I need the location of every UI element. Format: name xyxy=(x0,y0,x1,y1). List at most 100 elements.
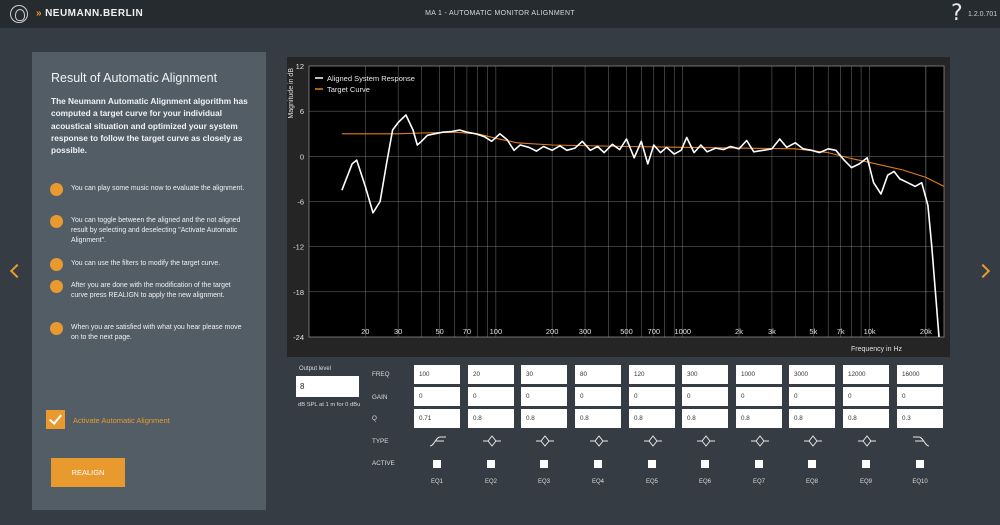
eq-band-name: EQ8 xyxy=(805,479,818,485)
eq-peaking-filter-icon[interactable] xyxy=(482,434,502,448)
x-tick-label: 7k xyxy=(837,327,845,336)
eq-band-name: EQ5 xyxy=(645,479,658,485)
y-axis-label: Magnitude in dB xyxy=(288,68,295,119)
eq-band-name: EQ10 xyxy=(912,479,928,485)
eq-gain-field[interactable]: 0 xyxy=(682,387,728,406)
eq-active-checkbox[interactable] xyxy=(648,460,656,468)
eq-active-checkbox[interactable] xyxy=(808,460,816,468)
tip-text: When you are satisfied with what you hea… xyxy=(71,324,242,342)
eq-freq-field[interactable]: 16000 xyxy=(897,365,943,384)
tip-text: You can use the filters to modify the ta… xyxy=(71,260,221,267)
eq-peaking-filter-icon[interactable] xyxy=(803,434,823,448)
eq-freq-field[interactable]: 1000 xyxy=(736,365,782,384)
eq-q-field[interactable]: 0.8 xyxy=(736,409,782,428)
activate-alignment-label[interactable]: Activate Automatic Alignment xyxy=(73,416,170,425)
chart-svg: 12 6 0 -6 -12 -18 -24 20 30 50 70 100 200 300 500 700 10… xyxy=(288,62,945,353)
eq-q-field[interactable]: 0.71 xyxy=(414,409,460,428)
active-row-label: ACTIVE xyxy=(372,460,395,467)
eq-gain-field[interactable]: 0 xyxy=(897,387,943,406)
bullet-dot-icon xyxy=(50,280,63,293)
eq-gain-field[interactable]: 0 xyxy=(843,387,889,406)
help-icon[interactable]: ? xyxy=(951,1,963,26)
eq-peaking-filter-icon[interactable] xyxy=(589,434,609,448)
eq-gain-field[interactable]: 0 xyxy=(575,387,621,406)
eq-peaking-filter-icon[interactable] xyxy=(750,434,770,448)
x-tick-label: 300 xyxy=(579,327,592,336)
panel-title: Result of Automatic Alignment xyxy=(51,71,218,85)
tip-text: After you are done with the modification… xyxy=(71,282,231,300)
eq-q-field[interactable]: 0.3 xyxy=(897,409,943,428)
eq-q-field[interactable]: 0.8 xyxy=(682,409,728,428)
previous-page-chevron-icon[interactable] xyxy=(9,263,25,279)
x-tick-label: 10k xyxy=(864,327,876,336)
x-tick-label: 70 xyxy=(463,327,471,336)
eq-freq-field[interactable]: 120 xyxy=(629,365,675,384)
eq-active-checkbox[interactable] xyxy=(701,460,709,468)
type-row-label: TYPE xyxy=(372,438,389,445)
gain-row-label: GAIN xyxy=(372,394,388,401)
x-tick-label: 700 xyxy=(648,327,661,336)
realign-button[interactable]: REALIGN xyxy=(51,458,125,487)
eq-freq-field[interactable]: 20 xyxy=(468,365,514,384)
bullet-dot-icon xyxy=(50,215,63,228)
eq-freq-field[interactable]: 300 xyxy=(682,365,728,384)
eq-gain-field[interactable]: 0 xyxy=(414,387,460,406)
y-tick-label: 12 xyxy=(296,62,304,71)
eq-peaking-filter-icon[interactable] xyxy=(535,434,555,448)
x-tick-label: 2k xyxy=(735,327,743,336)
eq-active-checkbox[interactable] xyxy=(755,460,763,468)
eq-freq-field[interactable]: 12000 xyxy=(843,365,889,384)
eq-gain-field[interactable]: 0 xyxy=(629,387,675,406)
eq-active-checkbox[interactable] xyxy=(862,460,870,468)
y-tick-label: 0 xyxy=(300,152,304,161)
eq-band-name: EQ6 xyxy=(698,479,711,485)
eq-peaking-filter-icon[interactable] xyxy=(643,434,663,448)
bullet-dot-icon xyxy=(50,258,63,271)
eq-q-field[interactable]: 0.8 xyxy=(843,409,889,428)
x-tick-label: 50 xyxy=(435,327,443,336)
eq-freq-field[interactable]: 30 xyxy=(521,365,567,384)
output-level-unit: dB SPL at 1 m for 0 dBu xyxy=(298,402,361,408)
x-tick-label: 20k xyxy=(920,327,932,336)
q-row-label: Q xyxy=(372,415,377,422)
eq-q-field[interactable]: 0.8 xyxy=(521,409,567,428)
y-tick-label: -18 xyxy=(293,288,304,297)
eq-band-name: EQ9 xyxy=(859,479,872,485)
eq-band-name: EQ3 xyxy=(537,479,550,485)
x-axis-label: Frequency in Hz xyxy=(851,346,902,353)
bullet-dot-icon xyxy=(50,322,63,335)
eq-gain-field[interactable]: 0 xyxy=(736,387,782,406)
x-tick-label: 200 xyxy=(546,327,559,336)
eq-lowpass-filter-icon[interactable] xyxy=(911,434,931,448)
activate-alignment-checkbox[interactable] xyxy=(46,410,65,429)
eq-freq-field[interactable]: 80 xyxy=(575,365,621,384)
eq-active-checkbox[interactable] xyxy=(594,460,602,468)
eq-peaking-filter-icon[interactable] xyxy=(696,434,716,448)
version-label: 1.2.0.701 xyxy=(968,11,998,18)
info-panel: Result of Automatic Alignment The Neuman… xyxy=(32,52,266,510)
eq-active-checkbox[interactable] xyxy=(433,460,441,468)
eq-freq-field[interactable]: 3000 xyxy=(789,365,835,384)
tip-text: You can play some music now to evaluate … xyxy=(71,185,245,192)
eq-q-field[interactable]: 0.8 xyxy=(629,409,675,428)
tip-text: You can toggle between the aligned and t… xyxy=(71,217,241,245)
x-tick-label: 5k xyxy=(809,327,817,336)
frequency-response-chart: 12 6 0 -6 -12 -18 -24 20 30 50 70 100 200 300 500 700 10… xyxy=(287,57,950,357)
y-tick-label: -12 xyxy=(293,243,304,252)
eq-freq-field[interactable]: 100 xyxy=(414,365,460,384)
eq-gain-field[interactable]: 0 xyxy=(789,387,835,406)
eq-q-field[interactable]: 0.8 xyxy=(789,409,835,428)
eq-active-checkbox[interactable] xyxy=(540,460,548,468)
eq-q-field[interactable]: 0.8 xyxy=(468,409,514,428)
eq-q-field[interactable]: 0.8 xyxy=(575,409,621,428)
eq-band-name: EQ4 xyxy=(591,479,604,485)
eq-gain-field[interactable]: 0 xyxy=(521,387,567,406)
eq-gain-field[interactable]: 0 xyxy=(468,387,514,406)
eq-peaking-filter-icon[interactable] xyxy=(857,434,877,448)
eq-active-checkbox[interactable] xyxy=(916,460,924,468)
eq-active-checkbox[interactable] xyxy=(487,460,495,468)
eq-highpass-filter-icon[interactable] xyxy=(428,434,448,448)
next-page-chevron-icon[interactable] xyxy=(975,263,991,279)
output-level-input[interactable] xyxy=(296,376,359,397)
x-tick-label: 20 xyxy=(361,327,369,336)
